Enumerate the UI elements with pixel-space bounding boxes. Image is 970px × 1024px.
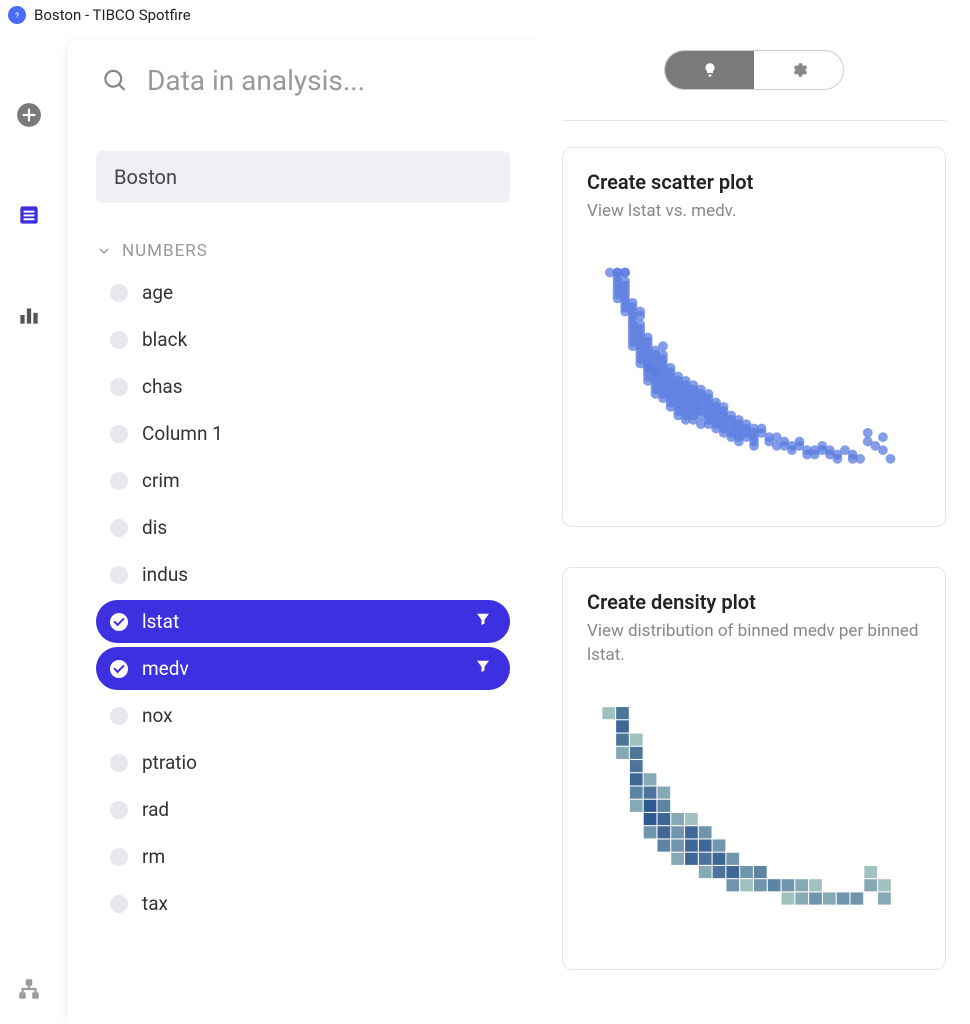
suggestion-card-scatter[interactable]: Create scatter plot View lstat vs. medv.: [562, 147, 946, 527]
chart-tab-icon[interactable]: [14, 300, 44, 330]
density-preview: [587, 683, 921, 943]
titlebar: Boston - TIBCO Spotfire: [0, 0, 970, 30]
column-item-column-1[interactable]: Column 1: [96, 412, 510, 455]
search-input[interactable]: [147, 64, 504, 97]
card-title: Create density plot: [587, 590, 921, 614]
mode-toggle: [664, 50, 844, 90]
unchecked-dot: [110, 472, 128, 490]
column-item-crim[interactable]: crim: [96, 459, 510, 502]
column-label: lstat: [142, 610, 179, 633]
add-button[interactable]: [14, 100, 44, 130]
check-icon: [110, 660, 128, 678]
unchecked-dot: [110, 566, 128, 584]
column-item-age[interactable]: age: [96, 271, 510, 314]
suggestions-panel: Create scatter plotView lstat vs. medv.C…: [538, 30, 970, 1024]
column-item-dis[interactable]: dis: [96, 506, 510, 549]
data-tab-icon[interactable]: [14, 200, 44, 230]
chevron-down-icon: [96, 243, 112, 259]
data-panel: Boston NUMBERS age black chas Column 1 crim d…: [68, 40, 538, 1024]
check-icon: [110, 613, 128, 631]
toggle-recommendations[interactable]: [665, 51, 754, 89]
unchecked-dot: [110, 801, 128, 819]
divider: [562, 120, 946, 121]
column-label: medv: [142, 657, 189, 680]
column-item-lstat[interactable]: lstat: [96, 600, 510, 643]
column-item-tax[interactable]: tax: [96, 882, 510, 925]
section-numbers[interactable]: NUMBERS: [96, 233, 510, 269]
column-list: age black chas Column 1 crim dis indus lstat med…: [96, 269, 510, 927]
column-item-rad[interactable]: rad: [96, 788, 510, 831]
column-label: tax: [142, 892, 168, 915]
filter-icon[interactable]: [474, 657, 492, 680]
column-item-indus[interactable]: indus: [96, 553, 510, 596]
unchecked-dot: [110, 519, 128, 537]
card-subtitle: View lstat vs. medv.: [587, 200, 921, 224]
hierarchy-icon[interactable]: [14, 974, 44, 1004]
search-row: [68, 40, 538, 121]
unchecked-dot: [110, 848, 128, 866]
column-label: ptratio: [142, 751, 197, 774]
unchecked-dot: [110, 425, 128, 443]
gear-icon: [790, 61, 808, 79]
column-item-nox[interactable]: nox: [96, 694, 510, 737]
window-title: Boston - TIBCO Spotfire: [34, 6, 191, 24]
column-item-chas[interactable]: chas: [96, 365, 510, 408]
unchecked-dot: [110, 707, 128, 725]
dataset-chip[interactable]: Boston: [96, 151, 510, 203]
column-label: crim: [142, 469, 180, 492]
lightbulb-icon: [701, 61, 719, 79]
column-label: indus: [142, 563, 188, 586]
card-title: Create scatter plot: [587, 170, 921, 194]
column-label: dis: [142, 516, 167, 539]
side-rail: [0, 30, 58, 1024]
card-subtitle: View distribution of binned medv per bin…: [587, 620, 921, 668]
column-item-black[interactable]: black: [96, 318, 510, 361]
scatter-preview: [587, 240, 921, 500]
column-item-ptratio[interactable]: ptratio: [96, 741, 510, 784]
column-item-rm[interactable]: rm: [96, 835, 510, 878]
unchecked-dot: [110, 895, 128, 913]
filter-icon[interactable]: [474, 610, 492, 633]
column-label: rm: [142, 845, 165, 868]
column-label: age: [142, 281, 173, 304]
section-label: NUMBERS: [122, 241, 208, 261]
column-label: Column 1: [142, 422, 223, 445]
suggestion-card-density[interactable]: Create density plot View distribution of …: [562, 567, 946, 971]
unchecked-dot: [110, 331, 128, 349]
search-icon: [102, 67, 129, 95]
column-item-medv[interactable]: medv: [96, 647, 510, 690]
column-label: rad: [142, 798, 169, 821]
column-label: chas: [142, 375, 183, 398]
unchecked-dot: [110, 378, 128, 396]
unchecked-dot: [110, 284, 128, 302]
unchecked-dot: [110, 754, 128, 772]
column-label: black: [142, 328, 187, 351]
toggle-settings[interactable]: [754, 51, 843, 89]
column-label: nox: [142, 704, 173, 727]
app-icon: [8, 6, 26, 24]
